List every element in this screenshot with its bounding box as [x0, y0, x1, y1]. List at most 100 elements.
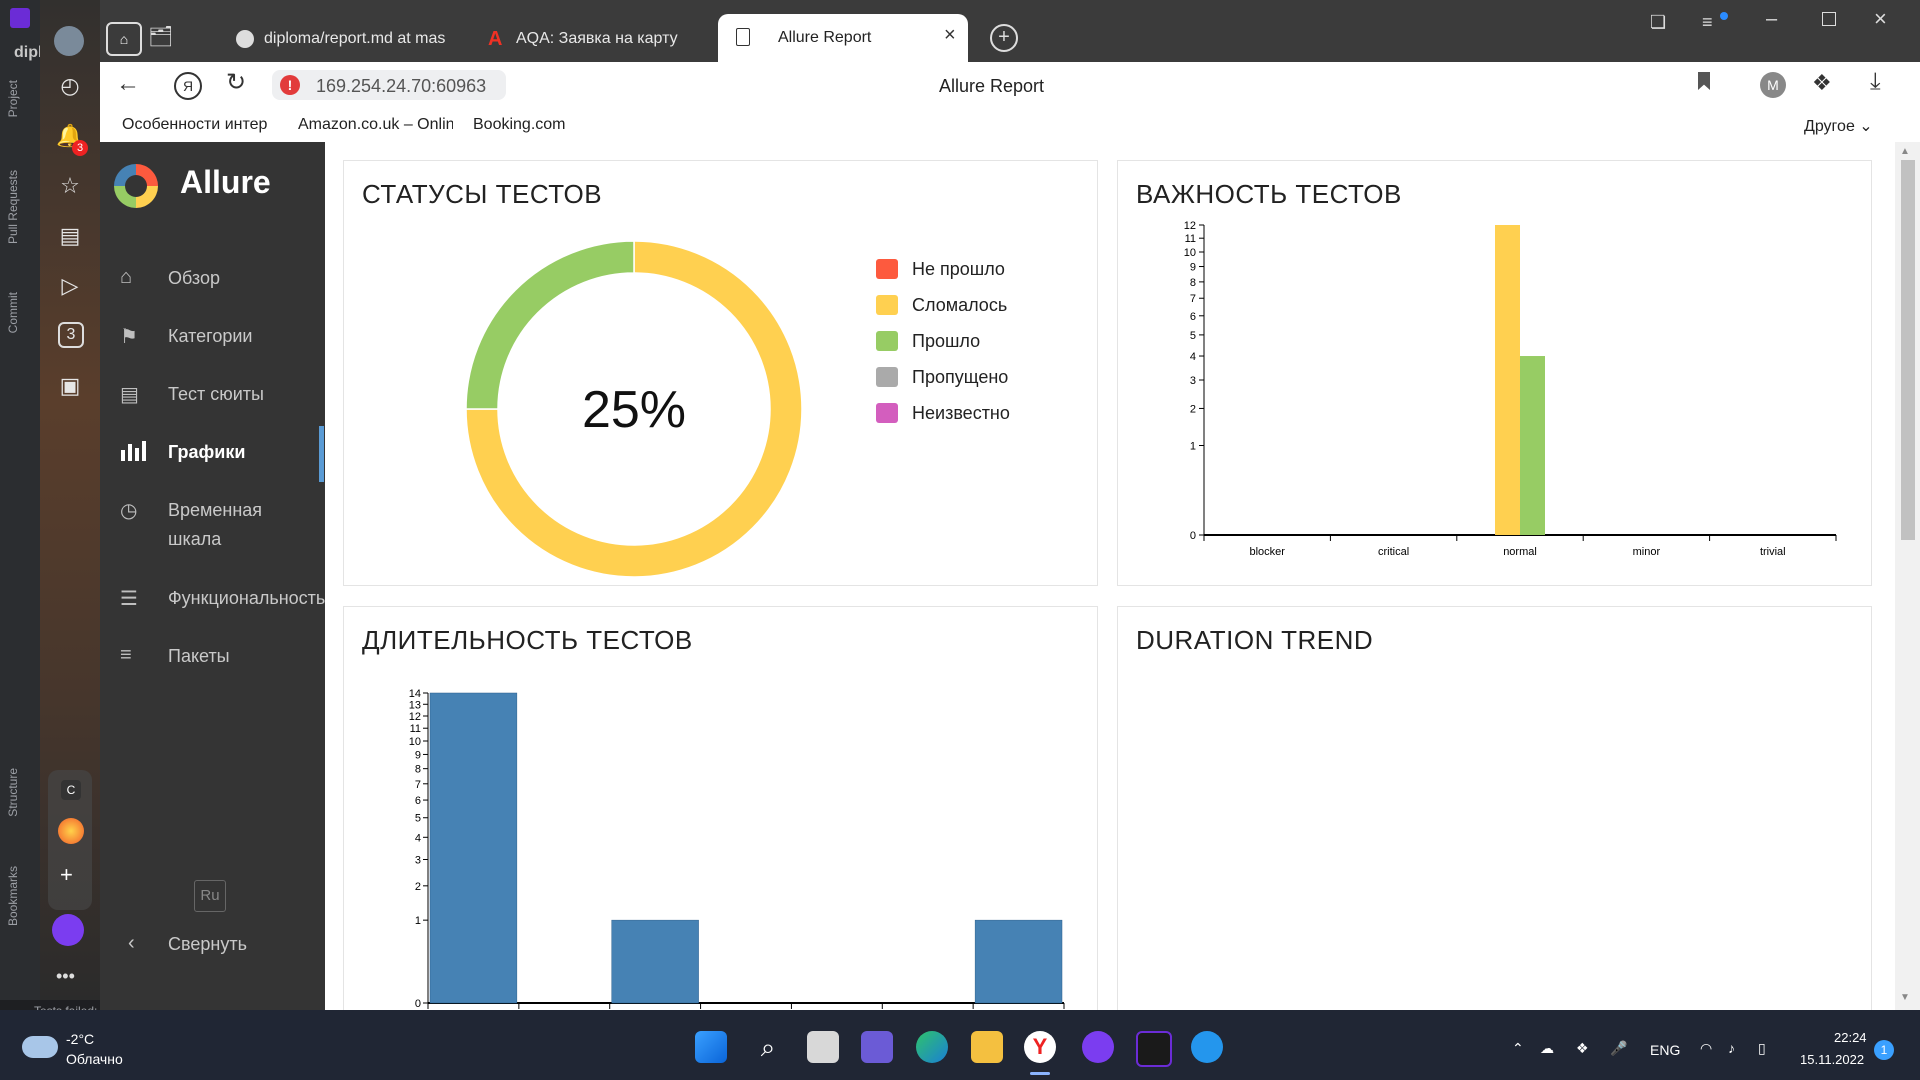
app-c-icon[interactable]: C	[61, 780, 81, 800]
chevron-down-icon: ⌄	[1859, 118, 1873, 135]
widget-title: ВАЖНОСТЬ ТЕСТОВ	[1136, 179, 1402, 209]
y-tick-label: 3	[1190, 375, 1196, 387]
weather-desc[interactable]: Облачно	[66, 1051, 123, 1067]
download-icon[interactable]: ⤓	[1870, 68, 1881, 96]
tab-counter-icon[interactable]: 3	[58, 322, 84, 348]
severity-bar	[1520, 356, 1545, 535]
close-window-icon[interactable]: ×	[1874, 6, 1887, 32]
legend-swatch	[876, 295, 898, 315]
yandex-browser-icon[interactable]: Y	[1024, 1031, 1056, 1063]
notification-count[interactable]: 1	[1874, 1040, 1894, 1060]
collapse-button[interactable]: Свернуть	[168, 934, 247, 955]
y-tick-label: 11	[410, 723, 421, 735]
scroll-down-icon[interactable]: ▼	[1900, 992, 1910, 1003]
ide-tab-project[interactable]: Project	[6, 80, 20, 117]
tab-aqa[interactable]: A AQA: Заявка на карту	[488, 22, 708, 56]
warning-icon[interactable]: !	[280, 75, 300, 95]
language-indicator[interactable]: ENG	[1650, 1042, 1680, 1058]
tray-chevron-icon[interactable]: ⌃	[1512, 1040, 1524, 1057]
menu-label: Функциональность	[168, 588, 326, 608]
ide-tab-commit[interactable]: Commit	[6, 292, 20, 333]
collections-icon[interactable]: ▤	[56, 222, 84, 250]
yandex-icon[interactable]: Я	[174, 72, 202, 100]
weather-cloud-icon[interactable]	[22, 1036, 58, 1058]
screenshot-icon[interactable]: ▣	[56, 372, 84, 400]
ide-tab-pull-requests[interactable]: Pull Requests	[6, 170, 20, 244]
weather-temp[interactable]: -2°C	[66, 1031, 94, 1047]
bookmark-item[interactable]: Amazon.co.uk – Onlin	[298, 116, 453, 134]
more-icon[interactable]: •••	[56, 966, 75, 987]
clock-time[interactable]: 22:24	[1834, 1030, 1867, 1045]
x-tick-label: blocker	[1249, 546, 1285, 558]
start-icon[interactable]	[695, 1031, 727, 1063]
page-scrollbar[interactable]: ▲ ▼	[1895, 142, 1920, 1010]
menu-icon[interactable]: ≡	[1702, 12, 1713, 33]
add-app-icon[interactable]: +	[60, 862, 73, 888]
page-icon	[736, 28, 750, 46]
browser-side-rail: ◴ 🔔 3 ☆ ▤ ▷ 3 ▣ C + •••	[40, 0, 100, 1000]
microphone-icon[interactable]: 🎤	[1610, 1040, 1627, 1057]
ide-tab-bookmarks[interactable]: Bookmarks	[6, 866, 20, 926]
address-bar[interactable]: ! 169.254.24.70:60963	[272, 70, 506, 100]
active-app-indicator	[1030, 1072, 1050, 1075]
scroll-up-icon[interactable]: ▲	[1900, 146, 1910, 157]
battery-icon[interactable]: ▯	[1758, 1040, 1766, 1057]
clock-date[interactable]: 15.11.2022	[1800, 1052, 1864, 1067]
minimize-icon[interactable]: –	[1766, 8, 1777, 31]
history-icon[interactable]: ◴	[56, 72, 84, 100]
docker-icon[interactable]	[1191, 1031, 1223, 1063]
bookmarks-other[interactable]: Другое ⌄	[1804, 116, 1873, 136]
new-tab-icon[interactable]: +	[990, 24, 1018, 52]
ide-tab-structure[interactable]: Structure	[6, 768, 20, 817]
status-donut-chart: 25%	[465, 240, 803, 578]
edge-icon[interactable]	[916, 1031, 948, 1063]
intellij-icon[interactable]	[10, 8, 30, 28]
dropbox-icon[interactable]: ❖	[1576, 1040, 1589, 1057]
star-icon[interactable]: ☆	[56, 172, 84, 200]
search-icon[interactable]: ⌕	[752, 1031, 784, 1063]
menu-label: Обзор	[168, 268, 220, 288]
close-tab-icon[interactable]: ×	[944, 24, 956, 47]
app-orange-icon[interactable]	[58, 818, 84, 844]
volume-icon[interactable]: ♪	[1728, 1040, 1735, 1056]
home-tab-counter[interactable]: ⌂	[106, 22, 142, 56]
file-explorer-icon[interactable]	[971, 1031, 1003, 1063]
language-button[interactable]: Ru	[194, 880, 226, 912]
y-tick-label: 2	[1190, 403, 1196, 415]
severity-bar	[1495, 225, 1520, 535]
back-icon[interactable]: ←	[116, 70, 140, 98]
chevron-left-icon[interactable]: ‹	[128, 932, 135, 955]
teams-icon[interactable]	[861, 1031, 893, 1063]
alice-icon[interactable]	[52, 914, 84, 946]
taskbar	[0, 1010, 1920, 1080]
duration-bar-chart: 012345678910111213140s5s10s15s20s25s30s3…	[409, 688, 1074, 1022]
task-view-icon[interactable]	[807, 1031, 839, 1063]
status-widget: СТАТУСЫ ТЕСТОВ 25% Не прошло Сломалось Про…	[343, 160, 1098, 586]
bookmark-item[interactable]: Booking.com	[473, 116, 593, 134]
legend-label: Не прошло	[912, 259, 1005, 279]
alice-taskbar-icon[interactable]	[1082, 1031, 1114, 1063]
tab-collections-icon[interactable]: ❏	[1650, 12, 1666, 33]
tab-github[interactable]: diploma/report.md at mas	[236, 22, 456, 56]
bookmark-icon[interactable]	[1698, 72, 1710, 90]
scrollbar-thumb[interactable]	[1901, 160, 1915, 540]
y-tick-label: 5	[415, 813, 421, 825]
y-tick-label: 1	[415, 915, 421, 927]
play-icon[interactable]: ▷	[56, 272, 84, 300]
extensions-icon[interactable]: ❖	[1812, 70, 1832, 96]
new-folder-icon[interactable]: 🗂	[148, 24, 178, 50]
tab-label: Allure Report	[778, 29, 872, 46]
profile-avatar[interactable]: M	[1760, 72, 1786, 98]
bookmark-item[interactable]: Особенности интер	[122, 116, 277, 134]
intellij-taskbar-icon[interactable]	[1136, 1031, 1172, 1067]
onedrive-icon[interactable]: ☁	[1540, 1040, 1554, 1057]
reload-icon[interactable]: ↻	[226, 68, 246, 97]
menu-timeline[interactable]: ◷ Временная шкала	[100, 496, 325, 556]
browser-toolbar: ← Я ↻ ! 169.254.24.70:60963 Allure Repor…	[100, 62, 1920, 110]
allure-logo-icon	[114, 164, 158, 208]
wifi-icon[interactable]: ◠	[1700, 1040, 1712, 1057]
maximize-icon[interactable]	[1822, 12, 1836, 26]
allure-content: СТАТУСЫ ТЕСТОВ 25% Не прошло Сломалось Про…	[325, 142, 1895, 1028]
avatar[interactable]	[54, 26, 84, 56]
tab-allure-active[interactable]: Allure Report ×	[718, 14, 968, 62]
